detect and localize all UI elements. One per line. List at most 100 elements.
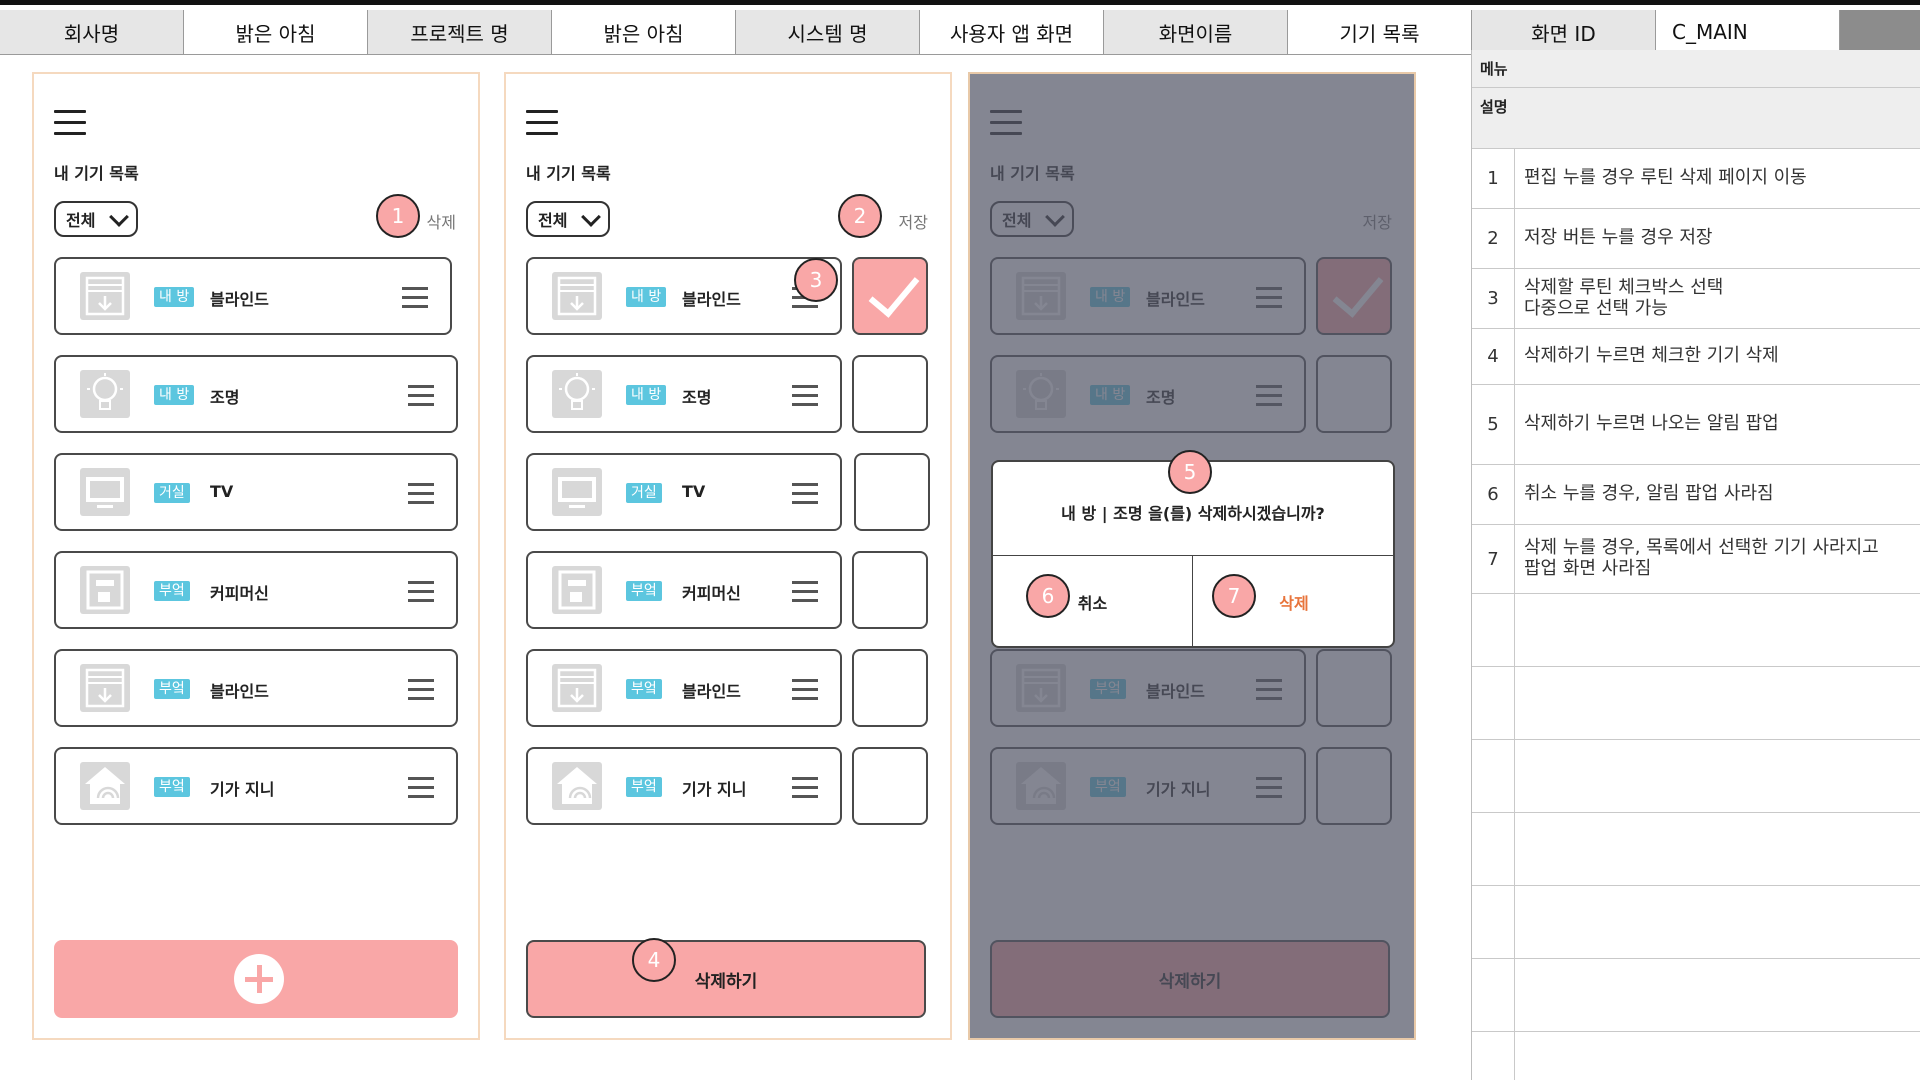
device-checkbox[interactable]: [852, 747, 928, 825]
coffee-machine-icon: [80, 566, 130, 614]
spec-row: 3 삭제할 루틴 체크박스 선택 다중으로 선택 가능: [1472, 269, 1920, 329]
spec-row-empty: [1472, 740, 1920, 813]
spec-row-empty: [1472, 1032, 1920, 1080]
screen-id-label: 화면 ID: [1472, 10, 1656, 55]
menu-icon[interactable]: [54, 110, 86, 135]
device-checkbox[interactable]: [852, 649, 928, 727]
drag-handle-icon[interactable]: [792, 679, 818, 700]
device-checkbox: [1316, 747, 1392, 825]
room-tag: 내 방: [154, 287, 195, 307]
device-row[interactable]: 내 방 블라인드: [54, 257, 452, 335]
device-row: 부엌 블라인드: [990, 649, 1306, 727]
room-tag: 거실: [626, 483, 662, 503]
device-name: 조명: [1146, 388, 1176, 407]
device-row: 거실 TV: [526, 453, 842, 531]
room-tag: 내 방: [1090, 385, 1131, 405]
device-name: 기가 지니: [682, 780, 747, 799]
chevron-down-icon: [109, 207, 129, 227]
delete-selected-button[interactable]: 삭제하기: [526, 940, 926, 1018]
device-row: 부엌 기가 지니: [526, 747, 842, 825]
drag-handle-icon[interactable]: [792, 777, 818, 798]
filter-value: 전체: [1002, 211, 1032, 230]
lightbulb-icon: [80, 370, 130, 418]
drag-handle-icon[interactable]: [408, 777, 434, 798]
room-filter-select[interactable]: 전체: [526, 201, 610, 237]
device-row[interactable]: 부엌 기가 지니: [54, 747, 458, 825]
drag-handle-icon: [1256, 679, 1282, 700]
marker-2: 2: [838, 194, 882, 238]
spec-table: 메뉴 설명 1 편집 누를 경우 루틴 삭제 페이지 이동 2 저장 버튼 누를…: [1471, 50, 1920, 1080]
device-name: 기가 지니: [210, 780, 275, 799]
screen-name-value: 기기 목록: [1288, 10, 1472, 55]
header-bar: 회사명 밝은 아침 프로젝트 명 밝은 아침 시스템 명 사용자 앱 화면 화면…: [0, 0, 1920, 55]
marker-1: 1: [376, 194, 420, 238]
header-filler: [1840, 10, 1920, 55]
device-row[interactable]: 내 방 조명: [54, 355, 458, 433]
project-label: 프로젝트 명: [368, 10, 552, 55]
spec-row: 2 저장 버튼 누를 경우 저장: [1472, 209, 1920, 269]
room-tag: 내 방: [626, 287, 667, 307]
spec-row-empty: [1472, 959, 1920, 1032]
chevron-down-icon: [581, 207, 601, 227]
tv-icon: [552, 468, 602, 516]
spec-row-num: 6: [1472, 465, 1515, 524]
drag-handle-icon[interactable]: [792, 483, 818, 504]
room-tag: 부엌: [1090, 679, 1126, 699]
drag-handle-icon[interactable]: [402, 287, 428, 308]
drag-handle-icon[interactable]: [792, 581, 818, 602]
device-checkbox[interactable]: [852, 257, 928, 335]
delete-selected-button: 삭제하기: [990, 940, 1390, 1018]
spec-row: 7 삭제 누를 경우, 목록에서 선택한 기기 사라지고 팝업 화면 사라짐: [1472, 525, 1920, 594]
company-label: 회사명: [0, 10, 184, 55]
device-checkbox[interactable]: [854, 453, 930, 531]
device-checkbox: [1316, 355, 1392, 433]
device-row[interactable]: 부엌 블라인드: [54, 649, 458, 727]
spec-row-empty: [1472, 813, 1920, 886]
room-filter-select: 전체: [990, 201, 1074, 237]
device-checkbox[interactable]: [852, 355, 928, 433]
drag-handle-icon[interactable]: [408, 679, 434, 700]
blinds-icon: [80, 272, 130, 320]
drag-handle-icon[interactable]: [408, 385, 434, 406]
drag-handle-icon[interactable]: [408, 483, 434, 504]
marker-6: 6: [1026, 574, 1070, 618]
device-row[interactable]: 부엌 커피머신: [54, 551, 458, 629]
device-row: 내 방 블라인드: [990, 257, 1306, 335]
marker-3: 3: [794, 258, 838, 302]
screen-device-list: 내 기기 목록 전체 삭제 내 방 블라인드 내 방 조명 거실 TV 부엌 커…: [32, 72, 480, 1040]
device-row: 내 방 조명: [990, 355, 1306, 433]
spec-row: 5 삭제하기 누르면 나오는 알림 팝업: [1472, 385, 1920, 465]
project-value: 밝은 아침: [552, 10, 736, 55]
room-tag: 부엌: [626, 581, 662, 601]
spec-row-num: 4: [1472, 329, 1515, 384]
room-tag: 내 방: [1090, 287, 1131, 307]
device-name: 블라인드: [210, 682, 269, 701]
dialog-cancel-button[interactable]: 취소: [993, 556, 1193, 648]
spec-row-text: 편집 누를 경우 루틴 삭제 페이지 이동: [1524, 167, 1807, 189]
delete-mode-button[interactable]: 삭제: [427, 209, 456, 233]
save-button[interactable]: 저장: [899, 209, 928, 233]
device-checkbox[interactable]: [852, 551, 928, 629]
spec-row-empty: [1472, 886, 1920, 959]
smart-home-icon: [80, 762, 130, 810]
menu-icon[interactable]: [526, 110, 558, 135]
add-device-button[interactable]: [54, 940, 458, 1018]
screen-name-label: 화면이름: [1104, 10, 1288, 55]
device-name: 블라인드: [1146, 682, 1205, 701]
drag-handle-icon: [1256, 385, 1282, 406]
drag-handle-icon: [1256, 287, 1282, 308]
room-filter-select[interactable]: 전체: [54, 201, 138, 237]
page-title: 내 기기 목록: [526, 164, 611, 183]
room-tag: 부엌: [154, 679, 190, 699]
spec-row-num: [1472, 667, 1515, 739]
spec-row-text: 취소 누를 경우, 알림 팝업 사라짐: [1524, 483, 1774, 505]
marker-4: 4: [632, 938, 676, 982]
spec-row-num: [1472, 886, 1515, 958]
spec-row-empty: [1472, 667, 1920, 740]
drag-handle-icon[interactable]: [408, 581, 434, 602]
chevron-down-icon: [1045, 207, 1065, 227]
device-row[interactable]: 거실 TV: [54, 453, 458, 531]
save-button: 저장: [1362, 213, 1392, 232]
device-name: 조명: [210, 388, 240, 407]
drag-handle-icon[interactable]: [792, 385, 818, 406]
